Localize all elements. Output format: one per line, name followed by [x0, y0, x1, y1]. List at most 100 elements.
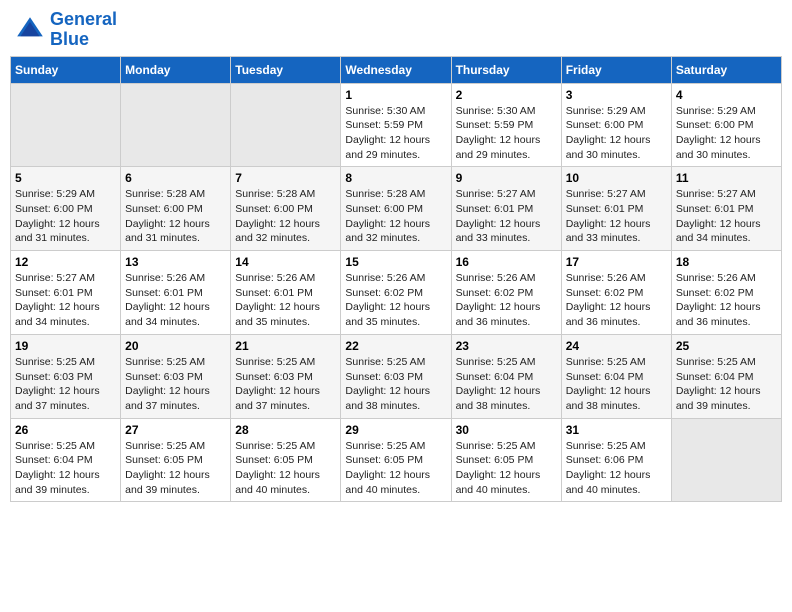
day-cell: 6 Sunrise: 5:28 AMSunset: 6:00 PMDaylight… [121, 167, 231, 251]
day-info: Sunrise: 5:25 AMSunset: 6:06 PMDaylight:… [566, 439, 667, 498]
day-number: 23 [456, 339, 557, 353]
day-cell: 29 Sunrise: 5:25 AMSunset: 6:05 PMDayligh… [341, 418, 451, 502]
col-header-sunday: Sunday [11, 56, 121, 83]
day-cell: 3 Sunrise: 5:29 AMSunset: 6:00 PMDaylight… [561, 83, 671, 167]
day-number: 15 [345, 255, 446, 269]
day-cell: 27Sunrise: 5:25 AMSunset: 6:05 PMDayligh… [121, 418, 231, 502]
day-cell: 1 Sunrise: 5:30 AMSunset: 5:59 PMDaylight… [341, 83, 451, 167]
day-number: 25 [676, 339, 777, 353]
day-info: Sunrise: 5:25 AMSunset: 6:05 PMDaylight:… [345, 439, 446, 498]
day-number: 9 [456, 171, 557, 185]
day-number: 20 [125, 339, 226, 353]
day-info: Sunrise: 5:30 AMSunset: 5:59 PMDaylight:… [456, 104, 557, 163]
day-number: 17 [566, 255, 667, 269]
day-info: Sunrise: 5:25 AMSunset: 6:03 PMDaylight:… [345, 355, 446, 414]
day-number: 27 [125, 423, 226, 437]
day-info: Sunrise: 5:27 AMSunset: 6:01 PMDaylight:… [456, 187, 557, 246]
day-cell: 10 Sunrise: 5:27 AMSunset: 6:01 PMDayligh… [561, 167, 671, 251]
calendar-table: SundayMondayTuesdayWednesdayThursdayFrid… [10, 56, 782, 503]
day-cell: 5Sunrise: 5:29 AMSunset: 6:00 PMDaylight… [11, 167, 121, 251]
day-cell: 15Sunrise: 5:26 AMSunset: 6:02 PMDayligh… [341, 251, 451, 335]
day-info: Sunrise: 5:29 AMSunset: 6:00 PMDaylight:… [15, 187, 116, 246]
day-number: 18 [676, 255, 777, 269]
day-info: Sunrise: 5:25 AMSunset: 6:04 PMDaylight:… [566, 355, 667, 414]
day-info: Sunrise: 5:29 AMSunset: 6:00 PMDaylight:… [676, 104, 777, 163]
day-number: 16 [456, 255, 557, 269]
day-number: 26 [15, 423, 116, 437]
day-info: Sunrise: 5:28 AMSunset: 6:00 PMDaylight:… [125, 187, 226, 246]
day-number: 11 [676, 171, 777, 185]
day-number: 30 [456, 423, 557, 437]
day-cell [11, 83, 121, 167]
logo: General Blue [14, 10, 117, 50]
day-number: 14 [235, 255, 336, 269]
day-cell: 30 Sunrise: 5:25 AMSunset: 6:05 PMDayligh… [451, 418, 561, 502]
day-cell: 11 Sunrise: 5:27 AMSunset: 6:01 PMDayligh… [671, 167, 781, 251]
day-number: 12 [15, 255, 116, 269]
day-info: Sunrise: 5:25 AMSunset: 6:03 PMDaylight:… [125, 355, 226, 414]
logo-icon [14, 14, 46, 46]
day-cell [231, 83, 341, 167]
day-cell [671, 418, 781, 502]
day-info: Sunrise: 5:28 AMSunset: 6:00 PMDaylight:… [235, 187, 336, 246]
day-cell: 18 Sunrise: 5:26 AMSunset: 6:02 PMDayligh… [671, 251, 781, 335]
day-info: Sunrise: 5:26 AMSunset: 6:02 PMDaylight:… [566, 271, 667, 330]
day-number: 2 [456, 88, 557, 102]
col-header-tuesday: Tuesday [231, 56, 341, 83]
day-info: Sunrise: 5:25 AMSunset: 6:04 PMDaylight:… [15, 439, 116, 498]
day-cell: 7 Sunrise: 5:28 AMSunset: 6:00 PMDaylight… [231, 167, 341, 251]
week-row-1: 1 Sunrise: 5:30 AMSunset: 5:59 PMDaylight… [11, 83, 782, 167]
col-header-wednesday: Wednesday [341, 56, 451, 83]
day-number: 29 [345, 423, 446, 437]
day-info: Sunrise: 5:26 AMSunset: 6:02 PMDaylight:… [676, 271, 777, 330]
day-cell: 9 Sunrise: 5:27 AMSunset: 6:01 PMDaylight… [451, 167, 561, 251]
col-header-thursday: Thursday [451, 56, 561, 83]
day-info: Sunrise: 5:27 AMSunset: 6:01 PMDaylight:… [15, 271, 116, 330]
day-info: Sunrise: 5:25 AMSunset: 6:04 PMDaylight:… [676, 355, 777, 414]
day-cell: 16 Sunrise: 5:26 AMSunset: 6:02 PMDayligh… [451, 251, 561, 335]
day-cell: 23 Sunrise: 5:25 AMSunset: 6:04 PMDayligh… [451, 334, 561, 418]
day-info: Sunrise: 5:25 AMSunset: 6:03 PMDaylight:… [235, 355, 336, 414]
day-cell: 13Sunrise: 5:26 AMSunset: 6:01 PMDayligh… [121, 251, 231, 335]
day-number: 1 [345, 88, 446, 102]
day-info: Sunrise: 5:26 AMSunset: 6:02 PMDaylight:… [456, 271, 557, 330]
day-number: 24 [566, 339, 667, 353]
day-cell: 25 Sunrise: 5:25 AMSunset: 6:04 PMDayligh… [671, 334, 781, 418]
day-cell: 28 Sunrise: 5:25 AMSunset: 6:05 PMDayligh… [231, 418, 341, 502]
day-number: 31 [566, 423, 667, 437]
day-number: 4 [676, 88, 777, 102]
week-row-5: 26 Sunrise: 5:25 AMSunset: 6:04 PMDayligh… [11, 418, 782, 502]
day-cell: 24 Sunrise: 5:25 AMSunset: 6:04 PMDayligh… [561, 334, 671, 418]
day-cell: 4 Sunrise: 5:29 AMSunset: 6:00 PMDaylight… [671, 83, 781, 167]
day-info: Sunrise: 5:25 AMSunset: 6:05 PMDaylight:… [456, 439, 557, 498]
day-cell: 20 Sunrise: 5:25 AMSunset: 6:03 PMDayligh… [121, 334, 231, 418]
day-info: Sunrise: 5:28 AMSunset: 6:00 PMDaylight:… [345, 187, 446, 246]
day-info: Sunrise: 5:29 AMSunset: 6:00 PMDaylight:… [566, 104, 667, 163]
day-info: Sunrise: 5:27 AMSunset: 6:01 PMDaylight:… [566, 187, 667, 246]
week-row-3: 12 Sunrise: 5:27 AMSunset: 6:01 PMDayligh… [11, 251, 782, 335]
col-header-friday: Friday [561, 56, 671, 83]
week-row-2: 5Sunrise: 5:29 AMSunset: 6:00 PMDaylight… [11, 167, 782, 251]
day-number: 3 [566, 88, 667, 102]
day-info: Sunrise: 5:25 AMSunset: 6:04 PMDaylight:… [456, 355, 557, 414]
day-number: 7 [235, 171, 336, 185]
logo-text: General Blue [50, 10, 117, 50]
day-number: 19 [15, 339, 116, 353]
day-cell [121, 83, 231, 167]
day-number: 10 [566, 171, 667, 185]
page-header: General Blue [10, 10, 782, 50]
day-info: Sunrise: 5:26 AMSunset: 6:01 PMDaylight:… [125, 271, 226, 330]
day-number: 6 [125, 171, 226, 185]
day-info: Sunrise: 5:27 AMSunset: 6:01 PMDaylight:… [676, 187, 777, 246]
day-info: Sunrise: 5:30 AMSunset: 5:59 PMDaylight:… [345, 104, 446, 163]
day-info: Sunrise: 5:25 AMSunset: 6:05 PMDaylight:… [235, 439, 336, 498]
day-cell: 19Sunrise: 5:25 AMSunset: 6:03 PMDayligh… [11, 334, 121, 418]
day-cell: 2 Sunrise: 5:30 AMSunset: 5:59 PMDaylight… [451, 83, 561, 167]
day-number: 28 [235, 423, 336, 437]
col-header-monday: Monday [121, 56, 231, 83]
day-cell: 22Sunrise: 5:25 AMSunset: 6:03 PMDayligh… [341, 334, 451, 418]
day-cell: 31 Sunrise: 5:25 AMSunset: 6:06 PMDayligh… [561, 418, 671, 502]
day-cell: 26 Sunrise: 5:25 AMSunset: 6:04 PMDayligh… [11, 418, 121, 502]
day-cell: 21Sunrise: 5:25 AMSunset: 6:03 PMDayligh… [231, 334, 341, 418]
day-cell: 14Sunrise: 5:26 AMSunset: 6:01 PMDayligh… [231, 251, 341, 335]
